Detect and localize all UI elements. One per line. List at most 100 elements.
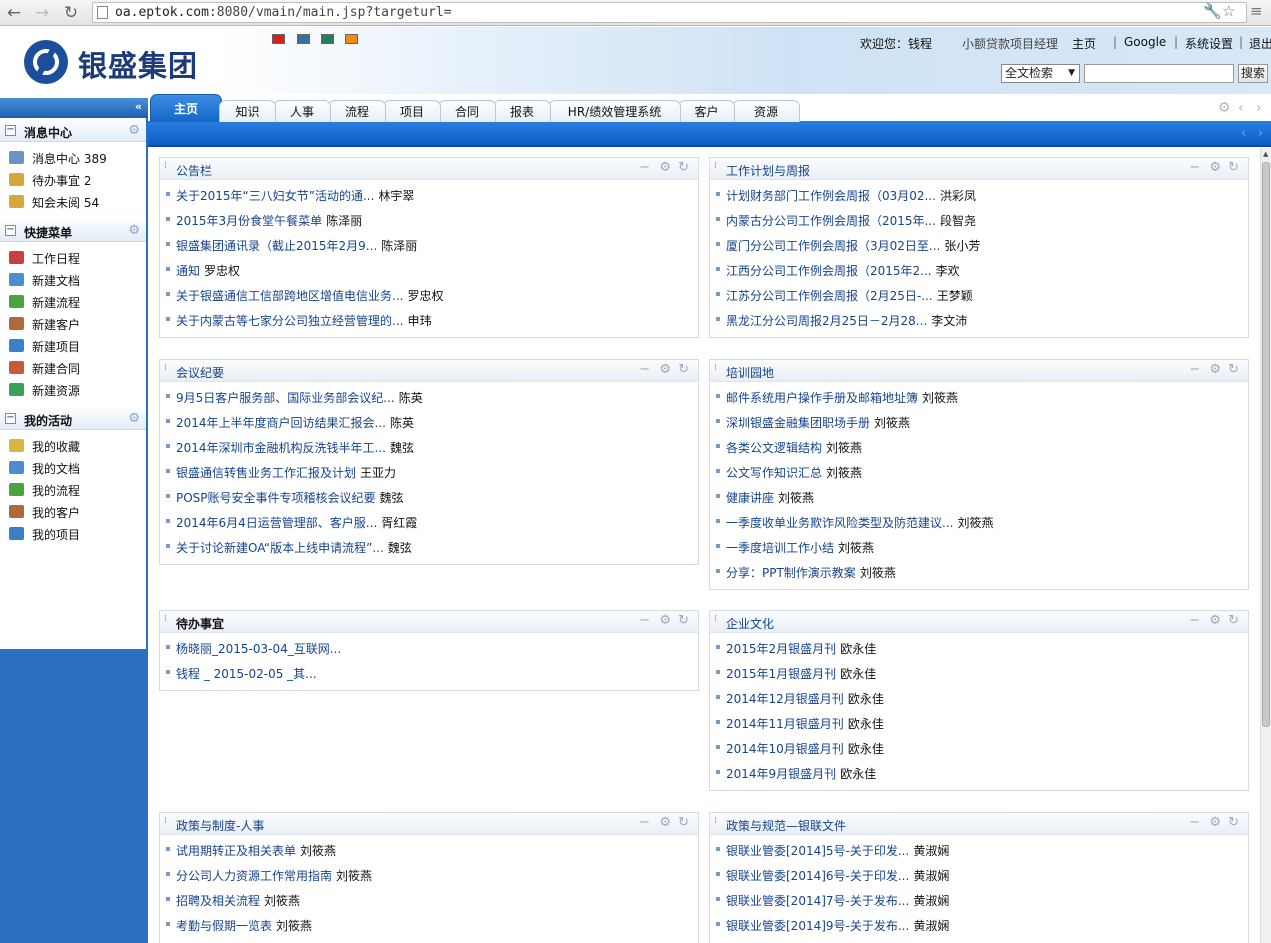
minimize-icon[interactable]: −: [639, 362, 650, 377]
sidebar-item[interactable]: 我的收藏: [9, 436, 144, 456]
tab-2[interactable]: 人事: [273, 100, 331, 122]
item-link[interactable]: 钱程 _ 2015-02-05 _其...: [176, 665, 317, 682]
item-title[interactable]: 关于讨论新建OA“版本上线申请流程”...: [176, 541, 384, 555]
sidebar-item[interactable]: 工作日程: [9, 248, 144, 268]
portlet-title[interactable]: 政策与规范—银联文件: [726, 817, 846, 834]
item-link[interactable]: 深圳银盛金融集团职场手册 刘筱燕: [726, 414, 910, 431]
minimize-icon[interactable]: −: [639, 613, 650, 628]
tab-7[interactable]: HR/绩效管理系统: [548, 100, 681, 122]
item-title[interactable]: 杨晓丽_2015-03-04_互联网...: [176, 642, 341, 656]
item-title[interactable]: 考勤与假期一览表: [176, 919, 272, 933]
item-title[interactable]: 内蒙古分公司工作例会周报（2015年...: [726, 214, 936, 228]
tab-4[interactable]: 项目: [383, 100, 441, 122]
settings-link[interactable]: 系统设置: [1185, 35, 1233, 52]
item-link[interactable]: 2015年3月份食堂午餐菜单 陈泽丽: [176, 212, 362, 229]
minimize-icon[interactable]: −: [1189, 815, 1200, 830]
item-link[interactable]: 一季度收单业务欺诈风险类型及防范建议... 刘筱燕: [726, 514, 993, 531]
drag-handle-icon[interactable]: ⁞: [714, 162, 720, 173]
gear-icon[interactable]: ⚙: [659, 362, 671, 377]
item-title[interactable]: POSP账号安全事件专项稽核会议纪要: [176, 491, 376, 505]
back-icon[interactable]: ←: [4, 3, 24, 23]
item-title[interactable]: 钱程 _ 2015-02-05 _其...: [176, 667, 317, 681]
forward-icon[interactable]: →: [32, 3, 52, 23]
sidebar-item[interactable]: 新建资源: [9, 380, 144, 400]
item-title[interactable]: 2014年12月银盛月刊: [726, 692, 844, 706]
item-link[interactable]: 通知 罗忠权: [176, 262, 240, 279]
collapse-sidebar-icon[interactable]: «: [135, 100, 142, 113]
gear-icon[interactable]: ⚙: [128, 223, 140, 238]
collapse-section-icon[interactable]: −: [5, 225, 16, 236]
item-link[interactable]: 关于讨论新建OA“版本上线申请流程”... 魏弦: [176, 539, 412, 556]
drag-handle-icon[interactable]: ⁞: [164, 162, 170, 173]
sidebar-item[interactable]: 消息中心 389: [9, 148, 144, 168]
item-title[interactable]: 计划财务部门工作例会周报（03月02...: [726, 189, 936, 203]
item-title[interactable]: 招聘及相关流程: [176, 894, 260, 908]
sidebar-item[interactable]: 我的客户: [9, 502, 144, 522]
portlet-header[interactable]: ⁞ 待办事宜 − ⚙ ↻: [160, 611, 698, 633]
item-title[interactable]: 试用期转正及相关表单: [176, 844, 296, 858]
item-link[interactable]: POSP账号安全事件专项稽核会议纪要 魏弦: [176, 489, 404, 506]
item-link[interactable]: 杨晓丽_2015-03-04_互联网...: [176, 640, 341, 657]
portlet-header[interactable]: ⁞ 政策与规范—银联文件 − ⚙ ↻: [710, 813, 1248, 835]
item-link[interactable]: 2014年上半年度商户回访结果汇报会... 陈英: [176, 414, 414, 431]
gear-icon[interactable]: ⚙: [128, 411, 140, 426]
item-link[interactable]: 银联业管委[2014]5号-关于印发... 黄淑娴: [726, 842, 949, 859]
tab-scroll-left-icon[interactable]: ‹: [1238, 100, 1244, 116]
sidebar-item[interactable]: 我的项目: [9, 524, 144, 544]
home-link[interactable]: 主页: [1072, 35, 1096, 52]
item-title[interactable]: 2014年10月银盛月刊: [726, 742, 844, 756]
item-title[interactable]: 江苏分公司工作例会周报（2月25日-...: [726, 289, 933, 303]
minimize-icon[interactable]: −: [639, 815, 650, 830]
item-title[interactable]: 银联业管委[2014]6号-关于印发...: [726, 869, 909, 883]
sidebar-item[interactable]: 新建客户: [9, 314, 144, 334]
refresh-icon[interactable]: ↻: [1228, 160, 1239, 175]
item-link[interactable]: 一季度培训工作小结 刘筱燕: [726, 539, 874, 556]
item-link[interactable]: 邮件系统用户操作手册及邮箱地址簿 刘筱燕: [726, 389, 958, 406]
portlet-title[interactable]: 公告栏: [176, 162, 212, 179]
gear-icon[interactable]: ⚙: [659, 815, 671, 830]
minimize-icon[interactable]: −: [1189, 613, 1200, 628]
drag-handle-icon[interactable]: ⁞: [714, 364, 720, 375]
sidebar-item[interactable]: 新建文档: [9, 270, 144, 290]
search-input[interactable]: [1084, 64, 1234, 83]
item-title[interactable]: 各类公文逻辑结构: [726, 441, 822, 455]
minimize-icon[interactable]: −: [1189, 160, 1200, 175]
refresh-icon[interactable]: ↻: [678, 613, 689, 628]
item-link[interactable]: 关于内蒙古等七家分公司独立经营管理的... 申玮: [176, 312, 431, 329]
theme-swatch-green[interactable]: [321, 34, 334, 44]
tab-1[interactable]: 知识: [219, 100, 276, 122]
sidebar-item[interactable]: 知会未阅 54: [9, 192, 144, 212]
minimize-icon[interactable]: −: [1189, 362, 1200, 377]
tab-9[interactable]: 资源: [732, 100, 800, 122]
wrench-icon[interactable]: 🔧: [1203, 2, 1222, 20]
item-link[interactable]: 厦门分公司工作例会周报（3月02日至... 张小芳: [726, 237, 980, 254]
item-title[interactable]: 分享：PPT制作演示教案: [726, 566, 856, 580]
portlet-title[interactable]: 会议纪要: [176, 364, 224, 381]
item-title[interactable]: 2015年1月银盛月刊: [726, 667, 836, 681]
theme-swatch-orange[interactable]: [345, 34, 358, 44]
menu-icon[interactable]: ≡: [1250, 2, 1263, 20]
page-scrollbar[interactable]: ▲: [1260, 148, 1271, 943]
item-link[interactable]: 关于银盛通信工信部跨地区增值电信业务... 罗忠权: [176, 287, 443, 304]
bar-next-icon[interactable]: ›: [1258, 126, 1263, 141]
sidebar-item[interactable]: 我的流程: [9, 480, 144, 500]
minimize-icon[interactable]: −: [639, 160, 650, 175]
portlet-header[interactable]: ⁞ 培训园地 − ⚙ ↻: [710, 360, 1248, 382]
item-link[interactable]: 2015年2月银盛月刊 欧永佳: [726, 640, 876, 657]
gear-icon[interactable]: ⚙: [128, 123, 140, 138]
item-title[interactable]: 银联业管委[2014]5号-关于印发...: [726, 844, 909, 858]
item-link[interactable]: 分公司人力资源工作常用指南 刘筱燕: [176, 867, 372, 884]
sidebar-item[interactable]: 新建合同: [9, 358, 144, 378]
item-link[interactable]: 健康讲座 刘筱燕: [726, 489, 814, 506]
item-link[interactable]: 江苏分公司工作例会周报（2月25日-... 王梦颖: [726, 287, 973, 304]
theme-swatch-blue[interactable]: [297, 34, 310, 44]
refresh-icon[interactable]: ↻: [678, 362, 689, 377]
item-link[interactable]: 2014年9月银盛月刊 欧永佳: [726, 765, 876, 782]
item-link[interactable]: 黑龙江分公司周报2月25日－2月28... 李文沛: [726, 312, 967, 329]
scroll-up-icon[interactable]: ▲: [1263, 150, 1268, 158]
item-title[interactable]: 一季度收单业务欺诈风险类型及防范建议...: [726, 516, 953, 530]
portlet-header[interactable]: ⁞ 工作计划与周报 − ⚙ ↻: [710, 158, 1248, 180]
item-link[interactable]: 公文写作知识汇总 刘筱燕: [726, 464, 862, 481]
item-link[interactable]: 考勤与假期一览表 刘筱燕: [176, 917, 312, 934]
item-title[interactable]: 9月5日客户服务部、国际业务部会议纪...: [176, 391, 395, 405]
